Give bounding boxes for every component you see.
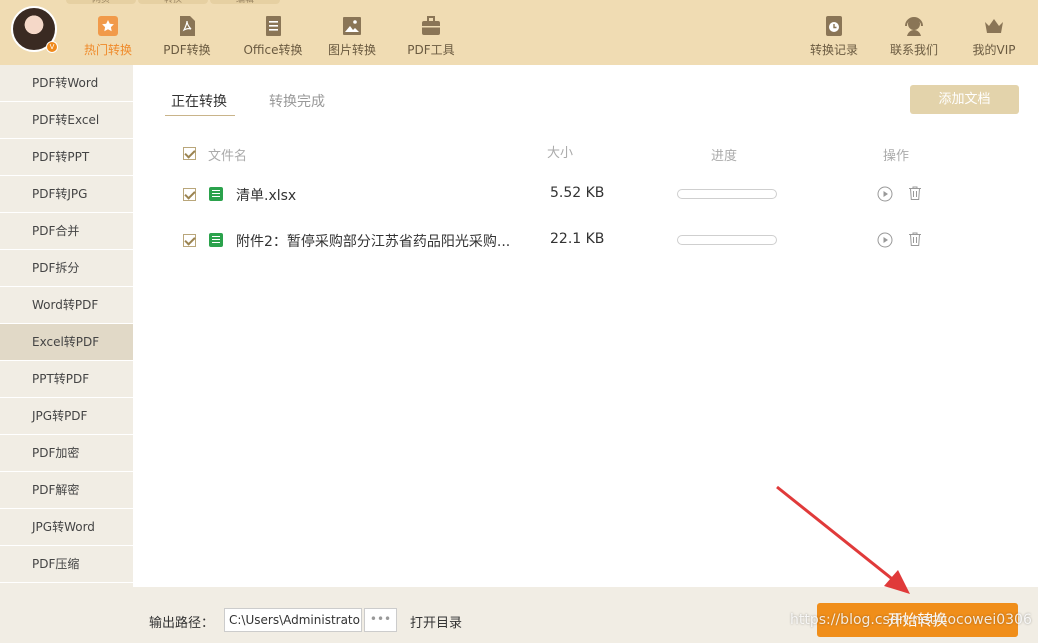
column-header-name: 文件名 bbox=[208, 149, 248, 164]
nav-label: 转换记录 bbox=[809, 43, 858, 57]
play-icon[interactable] bbox=[877, 186, 893, 202]
nav-contact[interactable]: 联系我们 bbox=[873, 0, 955, 65]
main-nav: 热门转换 PDF转换 Office转换 图片转换 PDF工具 bbox=[72, 0, 474, 65]
nav-office-convert[interactable]: Office转换 bbox=[230, 0, 316, 65]
headset-icon bbox=[905, 17, 923, 36]
column-header-progress: 进度 bbox=[711, 149, 738, 164]
vip-badge: V bbox=[46, 41, 58, 53]
nav-label: 联系我们 bbox=[889, 43, 938, 57]
add-document-button[interactable]: 添加文档 bbox=[910, 85, 1019, 114]
sidebar-item-jpg-to-pdf[interactable]: JPG转PDF bbox=[0, 398, 133, 435]
output-path-field[interactable]: C:\Users\Administrator bbox=[224, 608, 362, 632]
row-checkbox[interactable] bbox=[183, 234, 196, 247]
main-panel: 正在转换 转换完成 添加文档 文件名 大小 进度 操作 清单.xlsx 5.52… bbox=[133, 65, 1038, 587]
toolbox-icon bbox=[422, 16, 440, 35]
column-header-action: 操作 bbox=[883, 149, 910, 164]
sidebar-item-pdf-compress[interactable]: PDF压缩 bbox=[0, 546, 133, 583]
sidebar-item-excel-to-pdf[interactable]: Excel转PDF bbox=[0, 324, 133, 361]
sidebar: PDF转Word PDF转Excel PDF转PPT PDF转JPG PDF合并… bbox=[0, 65, 133, 643]
sidebar-item-pdf-to-excel[interactable]: PDF转Excel bbox=[0, 102, 133, 139]
sidebar-item-pdf-decrypt[interactable]: PDF解密 bbox=[0, 472, 133, 509]
nav-label: PDF工具 bbox=[407, 43, 455, 57]
nav-label: Office转换 bbox=[243, 43, 303, 57]
file-size: 22.1 KB bbox=[550, 231, 605, 247]
nav-label: 热门转换 bbox=[83, 43, 132, 57]
output-path-label: 输出路径： bbox=[149, 616, 215, 631]
history-clock-icon bbox=[826, 16, 842, 36]
image-icon bbox=[343, 17, 361, 35]
browse-button[interactable]: ••• bbox=[364, 608, 397, 632]
row-checkbox[interactable] bbox=[183, 188, 196, 201]
sidebar-item-pdf-to-jpg[interactable]: PDF转JPG bbox=[0, 176, 133, 213]
utility-nav: 转换记录 联系我们 我的VIP bbox=[795, 0, 1033, 65]
tab-completed[interactable]: 转换完成 bbox=[269, 91, 325, 111]
sidebar-item-pdf-to-word[interactable]: PDF转Word bbox=[0, 65, 133, 102]
column-header-size: 大小 bbox=[547, 146, 574, 161]
progress-bar bbox=[677, 189, 777, 199]
top-bar: 网页 转换 编辑 V 热门转换 PDF转换 Office转换 bbox=[0, 0, 1038, 65]
file-name: 清单.xlsx bbox=[236, 188, 297, 204]
nav-label: PDF转换 bbox=[163, 43, 211, 57]
watermark: https://blog.csdn.net/cocowei0306 bbox=[790, 612, 1032, 628]
nav-label: 我的VIP bbox=[972, 43, 1016, 57]
sidebar-item-pdf-to-ppt[interactable]: PDF转PPT bbox=[0, 139, 133, 176]
file-size: 5.52 KB bbox=[550, 185, 605, 201]
trash-icon[interactable] bbox=[907, 185, 923, 201]
file-name: 附件2：暂停采购部分江苏省药品阳光采购... bbox=[236, 234, 511, 250]
nav-label: 图片转换 bbox=[327, 43, 376, 57]
sidebar-item-pdf-split[interactable]: PDF拆分 bbox=[0, 250, 133, 287]
sidebar-item-ppt-to-pdf[interactable]: PPT转PDF bbox=[0, 361, 133, 398]
nav-hot-convert[interactable]: 热门转换 bbox=[72, 0, 144, 65]
select-all-checkbox[interactable] bbox=[183, 147, 196, 160]
trash-icon[interactable] bbox=[907, 231, 923, 247]
sidebar-item-pdf-encrypt[interactable]: PDF加密 bbox=[0, 435, 133, 472]
progress-bar bbox=[677, 235, 777, 245]
nav-pdf-convert[interactable]: PDF转换 bbox=[144, 0, 230, 65]
pdf-file-icon bbox=[180, 16, 195, 36]
hot-star-icon bbox=[98, 16, 118, 36]
office-doc-icon bbox=[266, 16, 281, 36]
nav-pdf-tools[interactable]: PDF工具 bbox=[388, 0, 474, 65]
sidebar-item-pdf-merge[interactable]: PDF合并 bbox=[0, 213, 133, 250]
nav-history[interactable]: 转换记录 bbox=[795, 0, 873, 65]
play-icon[interactable] bbox=[877, 232, 893, 248]
excel-file-icon bbox=[209, 233, 223, 247]
nav-image-convert[interactable]: 图片转换 bbox=[316, 0, 388, 65]
vip-crown-icon bbox=[985, 19, 1003, 33]
active-tab-underline bbox=[165, 115, 235, 116]
sidebar-item-jpg-to-word[interactable]: JPG转Word bbox=[0, 509, 133, 546]
open-directory-link[interactable]: 打开目录 bbox=[410, 612, 462, 631]
sidebar-item-word-to-pdf[interactable]: Word转PDF bbox=[0, 287, 133, 324]
excel-file-icon bbox=[209, 187, 223, 201]
tab-converting[interactable]: 正在转换 bbox=[171, 91, 227, 111]
nav-vip[interactable]: 我的VIP bbox=[955, 0, 1033, 65]
